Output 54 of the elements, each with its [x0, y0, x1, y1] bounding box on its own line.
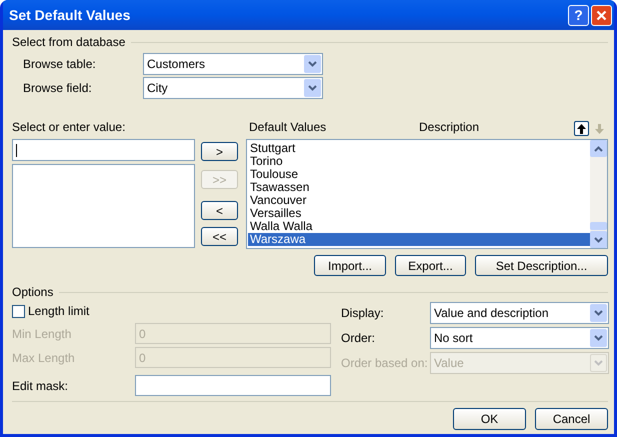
scrollbar[interactable]: [590, 140, 607, 248]
list-item[interactable]: Walla Walla: [248, 220, 590, 233]
checkbox[interactable]: [12, 304, 25, 318]
chevron-down-icon: [308, 61, 317, 67]
arrow-down-icon: [595, 124, 604, 134]
list-item[interactable]: Toulouse: [248, 168, 590, 181]
values-list[interactable]: [12, 164, 195, 248]
button[interactable]: <: [201, 201, 238, 220]
chevron-down-icon: [594, 310, 603, 316]
text-field[interactable]: [135, 375, 331, 396]
close-button[interactable]: [591, 4, 612, 26]
chevron-up-icon: [594, 146, 603, 152]
button[interactable]: Export...: [395, 255, 466, 276]
scroll-thumb[interactable]: [590, 222, 607, 230]
column-header: Description: [419, 119, 480, 136]
list-item[interactable]: Torino: [248, 155, 590, 168]
chevron-down-icon: [594, 335, 603, 341]
button[interactable]: <<: [201, 227, 238, 246]
field-label: Browse table:: [22, 56, 97, 73]
field-label: Max Length: [12, 350, 76, 366]
chevron-down-icon: [308, 85, 317, 91]
dropdown-field[interactable]: City: [143, 77, 323, 99]
section-heading: Options: [12, 284, 54, 301]
arrow-up-icon: [577, 124, 586, 134]
field-label: Browse field:: [22, 80, 93, 97]
section-heading: Select from database: [12, 34, 126, 51]
button[interactable]: Set Description...: [475, 255, 608, 276]
list-item[interactable]: Versailles: [248, 207, 590, 220]
button[interactable]: OK: [453, 408, 526, 430]
list-item[interactable]: Vancouver: [248, 194, 590, 207]
chevron-down-icon: [594, 360, 603, 366]
field-label: Order based on:: [341, 355, 429, 372]
chevron-down-icon: [594, 236, 603, 242]
dropdown-field[interactable]: No sort: [430, 327, 609, 349]
column-header: Default Values: [249, 119, 328, 136]
button[interactable]: >: [201, 142, 238, 161]
window-title: Set Default Values: [9, 6, 132, 24]
value-input[interactable]: [12, 139, 195, 161]
field-label: Edit mask:: [12, 378, 70, 394]
list-item[interactable]: Stuttgart: [248, 142, 590, 155]
list-item[interactable]: Warszawa: [248, 233, 590, 246]
field-label: Display:: [341, 305, 385, 322]
field-label: Order:: [341, 330, 376, 347]
button[interactable]: Import...: [314, 255, 386, 276]
move-up-button[interactable]: [574, 121, 589, 136]
dropdown-field[interactable]: Customers: [143, 53, 323, 75]
button[interactable]: Cancel: [535, 408, 608, 430]
field-label: Min Length: [12, 326, 72, 342]
field-label: Select or enter value:: [12, 119, 126, 136]
help-button[interactable]: ?: [568, 4, 589, 26]
checkbox-label: Length limit: [28, 303, 90, 320]
dropdown-field[interactable]: Value and description: [430, 302, 609, 324]
list-item[interactable]: Tsawassen: [248, 181, 590, 194]
close-icon: [596, 10, 607, 20]
